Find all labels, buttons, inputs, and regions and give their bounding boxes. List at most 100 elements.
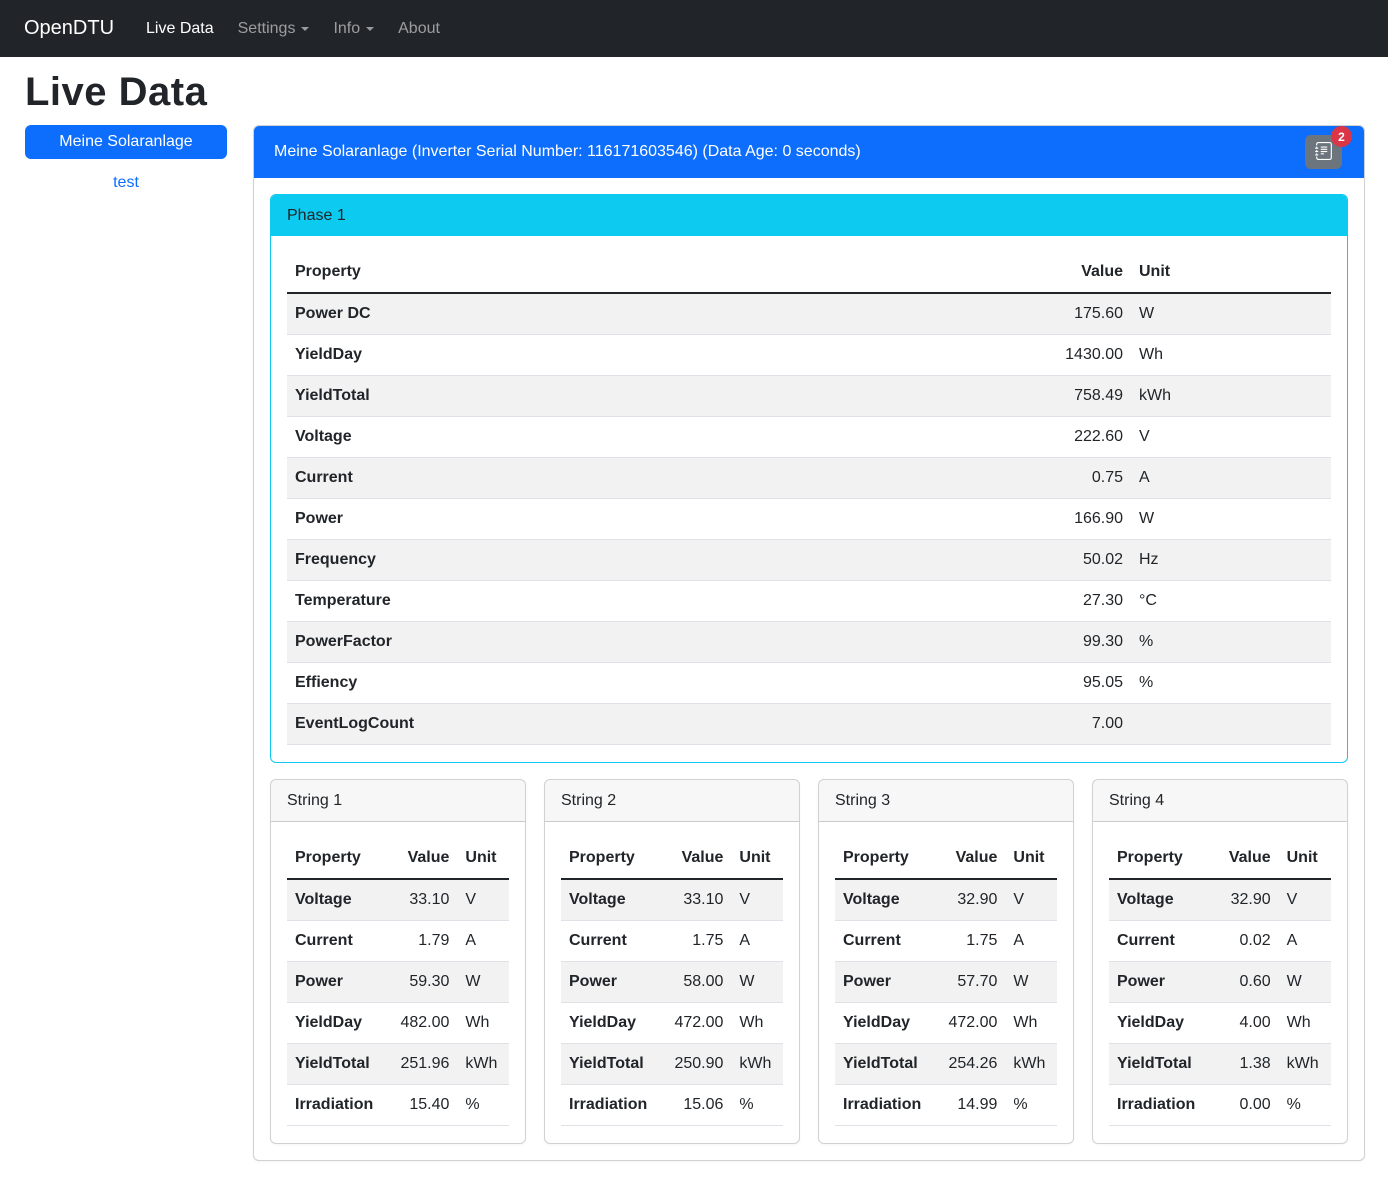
unit-cell: W <box>457 962 509 1003</box>
property-cell: Voltage <box>287 417 876 458</box>
table-row: Irradiation 15.06 % <box>561 1085 783 1126</box>
value-cell: 254.26 <box>929 1044 1005 1085</box>
string-card-2: String 2 Property Value Unit <box>544 779 800 1144</box>
value-cell: 15.40 <box>381 1085 457 1126</box>
property-cell: Irradiation <box>561 1085 655 1126</box>
unit-cell: Wh <box>731 1003 783 1044</box>
property-cell: EventLogCount <box>287 704 876 745</box>
string-table: Property Value Unit Voltage 32.90 <box>1109 838 1331 1126</box>
phase-card: Phase 1 Property Value Unit <box>270 194 1348 763</box>
inverter-card-header-text: Meine Solaranlage (Inverter Serial Numbe… <box>274 143 861 161</box>
value-cell: 1430.00 <box>876 335 1131 376</box>
value-cell: 7.00 <box>876 704 1131 745</box>
column-header-value: Value <box>655 838 731 879</box>
value-cell: 175.60 <box>876 293 1131 335</box>
property-cell: YieldTotal <box>561 1044 655 1085</box>
inverter-link-test[interactable]: test <box>25 174 227 192</box>
nav-item-live-data[interactable]: Live Data <box>138 12 222 46</box>
unit-cell: kWh <box>731 1044 783 1085</box>
unit-cell: °C <box>1131 581 1331 622</box>
property-cell: Power <box>287 962 381 1003</box>
property-cell: YieldDay <box>561 1003 655 1044</box>
table-header-row: Property Value Unit <box>561 838 783 879</box>
string-table: Property Value Unit Voltage 32.90 <box>835 838 1057 1126</box>
column-header-property: Property <box>561 838 655 879</box>
value-cell: 250.90 <box>655 1044 731 1085</box>
unit-cell: % <box>1131 663 1331 704</box>
value-cell: 758.49 <box>876 376 1131 417</box>
table-row: YieldDay 472.00 Wh <box>561 1003 783 1044</box>
property-cell: YieldDay <box>1109 1003 1203 1044</box>
unit-cell: kWh <box>1005 1044 1057 1085</box>
table-row: Power 58.00 W <box>561 962 783 1003</box>
chevron-down-icon <box>301 27 309 31</box>
property-cell: Voltage <box>561 879 655 921</box>
string-card-title: String 4 <box>1093 780 1347 822</box>
property-cell: Frequency <box>287 540 876 581</box>
brand-logo[interactable]: OpenDTU <box>24 17 114 40</box>
property-cell: YieldTotal <box>835 1044 929 1085</box>
nav-item-settings[interactable]: Settings <box>230 12 318 46</box>
value-cell: 33.10 <box>655 879 731 921</box>
inverter-card-body: Phase 1 Property Value Unit <box>254 178 1364 1160</box>
table-row: Current 0.02 A <box>1109 921 1331 962</box>
property-cell: Temperature <box>287 581 876 622</box>
inverter-select-button[interactable]: Meine Solaranlage <box>25 125 227 159</box>
column-header-unit: Unit <box>457 838 509 879</box>
column-header-value: Value <box>1203 838 1278 879</box>
column-header-value: Value <box>929 838 1005 879</box>
inverter-card-header: Meine Solaranlage (Inverter Serial Numbe… <box>254 126 1364 178</box>
value-cell: 14.99 <box>929 1085 1005 1126</box>
column-header-property: Property <box>835 838 929 879</box>
property-cell: Power DC <box>287 293 876 335</box>
property-cell: Current <box>835 921 929 962</box>
table-header-row: Property Value Unit <box>287 252 1331 293</box>
unit-cell: Hz <box>1131 540 1331 581</box>
page-title: Live Data <box>25 70 1388 115</box>
phase-card-body: Property Value Unit Power DC 175.60 W <box>271 236 1347 762</box>
string-card-1: String 1 Property Value Unit <box>270 779 526 1144</box>
unit-cell: Wh <box>1131 335 1331 376</box>
table-row: Power 0.60 W <box>1109 962 1331 1003</box>
value-cell: 0.02 <box>1203 921 1278 962</box>
unit-cell: V <box>731 879 783 921</box>
string-table: Property Value Unit Voltage 33.10 <box>561 838 783 1126</box>
value-cell: 32.90 <box>1203 879 1278 921</box>
property-cell: YieldDay <box>287 335 876 376</box>
phase-table: Property Value Unit Power DC 175.60 W <box>287 252 1331 745</box>
value-cell: 4.00 <box>1203 1003 1278 1044</box>
table-row: Power DC 175.60 W <box>287 293 1331 335</box>
table-row: Irradiation 14.99 % <box>835 1085 1057 1126</box>
unit-cell: V <box>1131 417 1331 458</box>
property-cell: Voltage <box>835 879 929 921</box>
property-cell: YieldTotal <box>287 1044 381 1085</box>
property-cell: Irradiation <box>287 1085 381 1126</box>
value-cell: 95.05 <box>876 663 1131 704</box>
table-row: EventLogCount 7.00 <box>287 704 1331 745</box>
value-cell: 1.79 <box>381 921 457 962</box>
phase-card-title: Phase 1 <box>271 195 1347 236</box>
table-header-row: Property Value Unit <box>835 838 1057 879</box>
table-row: Voltage 33.10 V <box>561 879 783 921</box>
eventlog-button-wrap: 2 <box>1305 135 1342 169</box>
table-row: Voltage 222.60 V <box>287 417 1331 458</box>
property-cell: Current <box>561 921 655 962</box>
table-row: YieldTotal 250.90 kWh <box>561 1044 783 1085</box>
value-cell: 32.90 <box>929 879 1005 921</box>
value-cell: 99.30 <box>876 622 1131 663</box>
unit-cell: A <box>731 921 783 962</box>
table-row: Current 1.75 A <box>561 921 783 962</box>
value-cell: 166.90 <box>876 499 1131 540</box>
unit-cell: A <box>1131 458 1331 499</box>
unit-cell: A <box>1005 921 1057 962</box>
unit-cell: Wh <box>1279 1003 1331 1044</box>
column-header-unit: Unit <box>1005 838 1057 879</box>
value-cell: 0.75 <box>876 458 1131 499</box>
property-cell: YieldDay <box>287 1003 381 1044</box>
table-row: Irradiation 15.40 % <box>287 1085 509 1126</box>
nav-item-about[interactable]: About <box>390 12 448 46</box>
nav-item-info[interactable]: Info <box>325 12 382 46</box>
top-navbar: OpenDTU Live Data Settings Info About <box>0 0 1388 57</box>
column-header-unit: Unit <box>731 838 783 879</box>
value-cell: 222.60 <box>876 417 1131 458</box>
